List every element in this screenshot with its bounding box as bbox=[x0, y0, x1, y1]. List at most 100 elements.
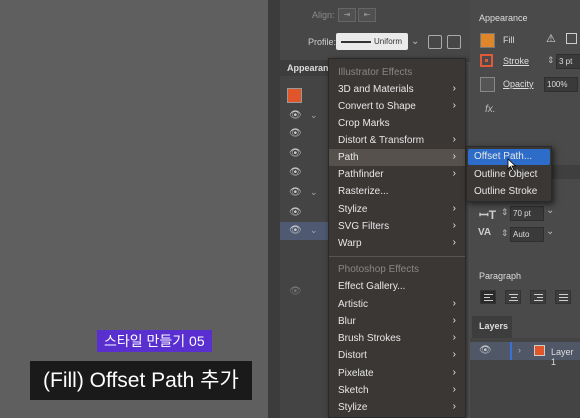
profile-flip-icon[interactable] bbox=[428, 35, 442, 49]
tracking-field[interactable]: Auto bbox=[510, 227, 544, 242]
chevron-right-icon: › bbox=[452, 401, 456, 412]
chevron-right-icon: › bbox=[452, 298, 456, 309]
justify-text-icon[interactable] bbox=[555, 290, 571, 304]
opacity-label[interactable]: Opacity bbox=[503, 79, 534, 89]
chevron-right-icon: › bbox=[452, 83, 456, 94]
chevron-right-icon: › bbox=[452, 151, 456, 162]
leading-icon: ꟷT bbox=[479, 208, 497, 222]
chevron-down-icon[interactable]: ⌄ bbox=[546, 226, 554, 237]
stroke-label[interactable]: Stroke bbox=[503, 56, 529, 66]
fx-icon[interactable]: fx. bbox=[485, 104, 496, 115]
leading-field[interactable]: 70 pt bbox=[510, 206, 544, 221]
chevron-right-icon: › bbox=[452, 384, 456, 395]
chevron-right-icon: › bbox=[452, 237, 456, 248]
tracking-icon: VA bbox=[478, 227, 492, 238]
chevron-right-icon: › bbox=[452, 100, 456, 111]
menu-item-rasterize[interactable]: Rasterize... bbox=[329, 183, 465, 200]
menu-item-artistic[interactable]: Artistic › bbox=[329, 296, 465, 313]
menu-item-brush-strokes[interactable]: Brush Strokes › bbox=[329, 330, 465, 347]
artboard-canvas[interactable] bbox=[0, 0, 268, 418]
eye-icon[interactable]: 👁 bbox=[289, 207, 302, 218]
menu-item-pixelate[interactable]: Pixelate › bbox=[329, 365, 465, 382]
chevron-down-icon[interactable]: ⌄ bbox=[310, 110, 318, 121]
chevron-right-icon: › bbox=[452, 134, 456, 145]
layer-name[interactable]: Layer 1 bbox=[551, 347, 580, 367]
stroke-color-swatch[interactable] bbox=[480, 54, 493, 67]
align-label: Align: bbox=[312, 10, 335, 20]
menu-item-distort-transform[interactable]: Distort & Transform › bbox=[329, 132, 465, 149]
eye-icon[interactable]: 👁 bbox=[289, 148, 302, 159]
menu-item-3d-and-materials[interactable]: 3D and Materials › bbox=[329, 81, 465, 98]
appearance-tab-label: Appearan bbox=[287, 63, 329, 73]
chevron-down-icon[interactable]: ⌄ bbox=[310, 187, 318, 198]
menu-item-stylize[interactable]: Stylize › bbox=[329, 201, 465, 218]
caption-tag: 스타일 만들기 05 bbox=[97, 330, 212, 352]
layer-thumbnail bbox=[534, 345, 545, 356]
eye-icon[interactable]: 👁 bbox=[289, 187, 302, 198]
eye-icon[interactable]: 👁 bbox=[289, 128, 302, 139]
menu-item-crop-marks[interactable]: Crop Marks bbox=[329, 115, 465, 132]
chevron-down-icon[interactable]: ⌄ bbox=[310, 225, 318, 236]
menu-item-pathfinder[interactable]: Pathfinder › bbox=[329, 166, 465, 183]
menu-item-blur[interactable]: Blur › bbox=[329, 313, 465, 330]
stepper-icon[interactable]: ⇕ bbox=[501, 207, 509, 218]
chevron-right-icon: › bbox=[452, 220, 456, 231]
fill-color-swatch[interactable] bbox=[480, 33, 495, 48]
align-right-icon[interactable]: ⇤ bbox=[358, 8, 376, 22]
selected-appearance-row[interactable] bbox=[280, 222, 330, 240]
warning-icon: ⚠ bbox=[546, 33, 556, 45]
align-left-icon[interactable]: ⇥ bbox=[338, 8, 356, 22]
menu-item-warp[interactable]: Warp › bbox=[329, 235, 465, 252]
appearance-panel-title: Appearance bbox=[479, 13, 528, 23]
menu-item-convert-to-shape[interactable]: Convert to Shape › bbox=[329, 98, 465, 115]
opacity-swatch bbox=[480, 77, 495, 92]
menu-header-photoshop-effects: Photoshop Effects bbox=[338, 264, 419, 275]
align-center-text-icon[interactable] bbox=[505, 290, 521, 304]
align-left-text-icon[interactable] bbox=[480, 290, 496, 304]
mouse-pointer-icon bbox=[507, 158, 517, 171]
profile-line-preview bbox=[341, 41, 371, 43]
panel-divider bbox=[268, 0, 280, 418]
chevron-right-icon: › bbox=[452, 168, 456, 179]
stepper-icon[interactable]: ⇕ bbox=[547, 55, 555, 66]
chevron-right-icon: › bbox=[452, 367, 456, 378]
menu-header-illustrator-effects: Illustrator Effects bbox=[338, 67, 413, 78]
eye-icon[interactable]: 👁 bbox=[289, 110, 302, 121]
menu-item-sketch[interactable]: Sketch › bbox=[329, 382, 465, 399]
stepper-icon[interactable]: ⇕ bbox=[501, 228, 509, 239]
eye-icon[interactable]: 👁 bbox=[289, 167, 302, 178]
chevron-right-icon: › bbox=[452, 315, 456, 326]
chevron-down-icon[interactable]: ⌄ bbox=[411, 36, 419, 47]
chevron-right-icon: › bbox=[452, 203, 456, 214]
caption-main: (Fill) Offset Path 추가 bbox=[30, 361, 252, 400]
chevron-right-icon: › bbox=[452, 349, 456, 360]
eye-icon[interactable]: 👁 bbox=[479, 345, 492, 356]
effect-menu: Illustrator Effects 3D and Materials › Co… bbox=[328, 58, 466, 418]
layers-tab[interactable]: Layers bbox=[472, 316, 512, 338]
path-submenu: Offset Path... Outline Object Outline St… bbox=[466, 146, 552, 202]
menu-item-path[interactable]: Path › bbox=[329, 149, 465, 166]
fill-swatch[interactable] bbox=[287, 88, 302, 103]
menu-item-svg-filters[interactable]: SVG Filters › bbox=[329, 218, 465, 235]
menu-item-stylize-photoshop[interactable]: Stylize › bbox=[329, 399, 465, 416]
eye-icon[interactable]: 👁 bbox=[289, 286, 302, 297]
profile-value: Uniform bbox=[374, 37, 403, 46]
chevron-right-icon: › bbox=[452, 332, 456, 343]
opacity-field[interactable]: 100% bbox=[544, 77, 578, 92]
chevron-right-icon[interactable]: › bbox=[518, 345, 521, 355]
eye-icon[interactable]: 👁 bbox=[289, 225, 302, 236]
paragraph-panel-title: Paragraph bbox=[479, 271, 522, 281]
menu-separator bbox=[329, 256, 465, 257]
profile-label: Profile: bbox=[308, 37, 337, 47]
stroke-weight-field[interactable]: 3 pt bbox=[556, 54, 580, 69]
menu-item-distort[interactable]: Distort › bbox=[329, 347, 465, 364]
align-right-text-icon[interactable] bbox=[530, 290, 546, 304]
chevron-down-icon[interactable]: ⌄ bbox=[546, 205, 554, 216]
menu-item-effect-gallery[interactable]: Effect Gallery... bbox=[329, 278, 465, 295]
appearance-tab[interactable]: Appearan bbox=[280, 60, 330, 76]
fill-options-icon[interactable] bbox=[566, 33, 577, 44]
layer-color-bar bbox=[510, 342, 512, 360]
layers-tab-label: Layers bbox=[479, 321, 509, 331]
profile-reset-icon[interactable] bbox=[447, 35, 461, 49]
submenu-item-outline-stroke[interactable]: Outline Stroke bbox=[468, 184, 550, 200]
